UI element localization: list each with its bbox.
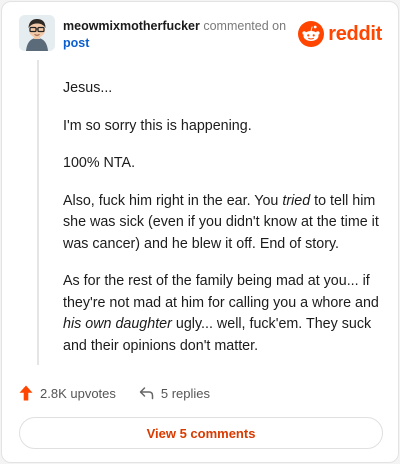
comment-header: meowmixmotherfucker commented on post re… <box>19 15 382 55</box>
view-comments-button[interactable]: View 5 comments <box>19 417 383 449</box>
comment-paragraph: I'm so sorry this is happening. <box>63 117 252 134</box>
avatar-image-icon <box>19 15 55 51</box>
paragraph-text: As for the rest of the family being mad … <box>63 273 379 311</box>
reply-arrow-icon[interactable] <box>139 386 154 400</box>
upvote-arrow-icon[interactable] <box>19 385 33 401</box>
reddit-snoo-icon <box>298 21 325 47</box>
comment-footer: 2.8K upvotes 5 replies <box>19 382 210 404</box>
byline-action: commented on <box>203 19 287 33</box>
reddit-logo[interactable]: reddit <box>298 21 382 47</box>
comment-paragraph: As for the rest of the family being mad … <box>63 271 383 357</box>
post-link[interactable]: post <box>63 36 89 50</box>
comment-paragraph: Also, fuck him right in the ear. You tri… <box>63 191 383 256</box>
comment-body: Jesus... I'm so sorry this is happening.… <box>63 78 383 373</box>
emphasis-text: his own daughter <box>63 316 172 332</box>
comment-card: meowmixmotherfucker commented on post re… <box>1 1 399 463</box>
comment-paragraph: Jesus... <box>63 80 113 96</box>
comment-paragraph: 100% NTA. <box>63 155 136 171</box>
emphasis-text: tried <box>282 192 311 209</box>
upvote-count: 2.8K upvotes <box>40 385 116 401</box>
reply-count[interactable]: 5 replies <box>161 386 210 401</box>
paragraph-text: Also, fuck him right in the ear. You <box>63 192 283 209</box>
user-avatar[interactable] <box>19 15 55 51</box>
username-link[interactable]: meowmixmotherfucker <box>63 19 200 33</box>
comment-byline: meowmixmotherfucker commented on <box>63 18 286 34</box>
thread-line[interactable] <box>37 60 39 365</box>
reddit-wordmark: reddit <box>328 22 382 45</box>
